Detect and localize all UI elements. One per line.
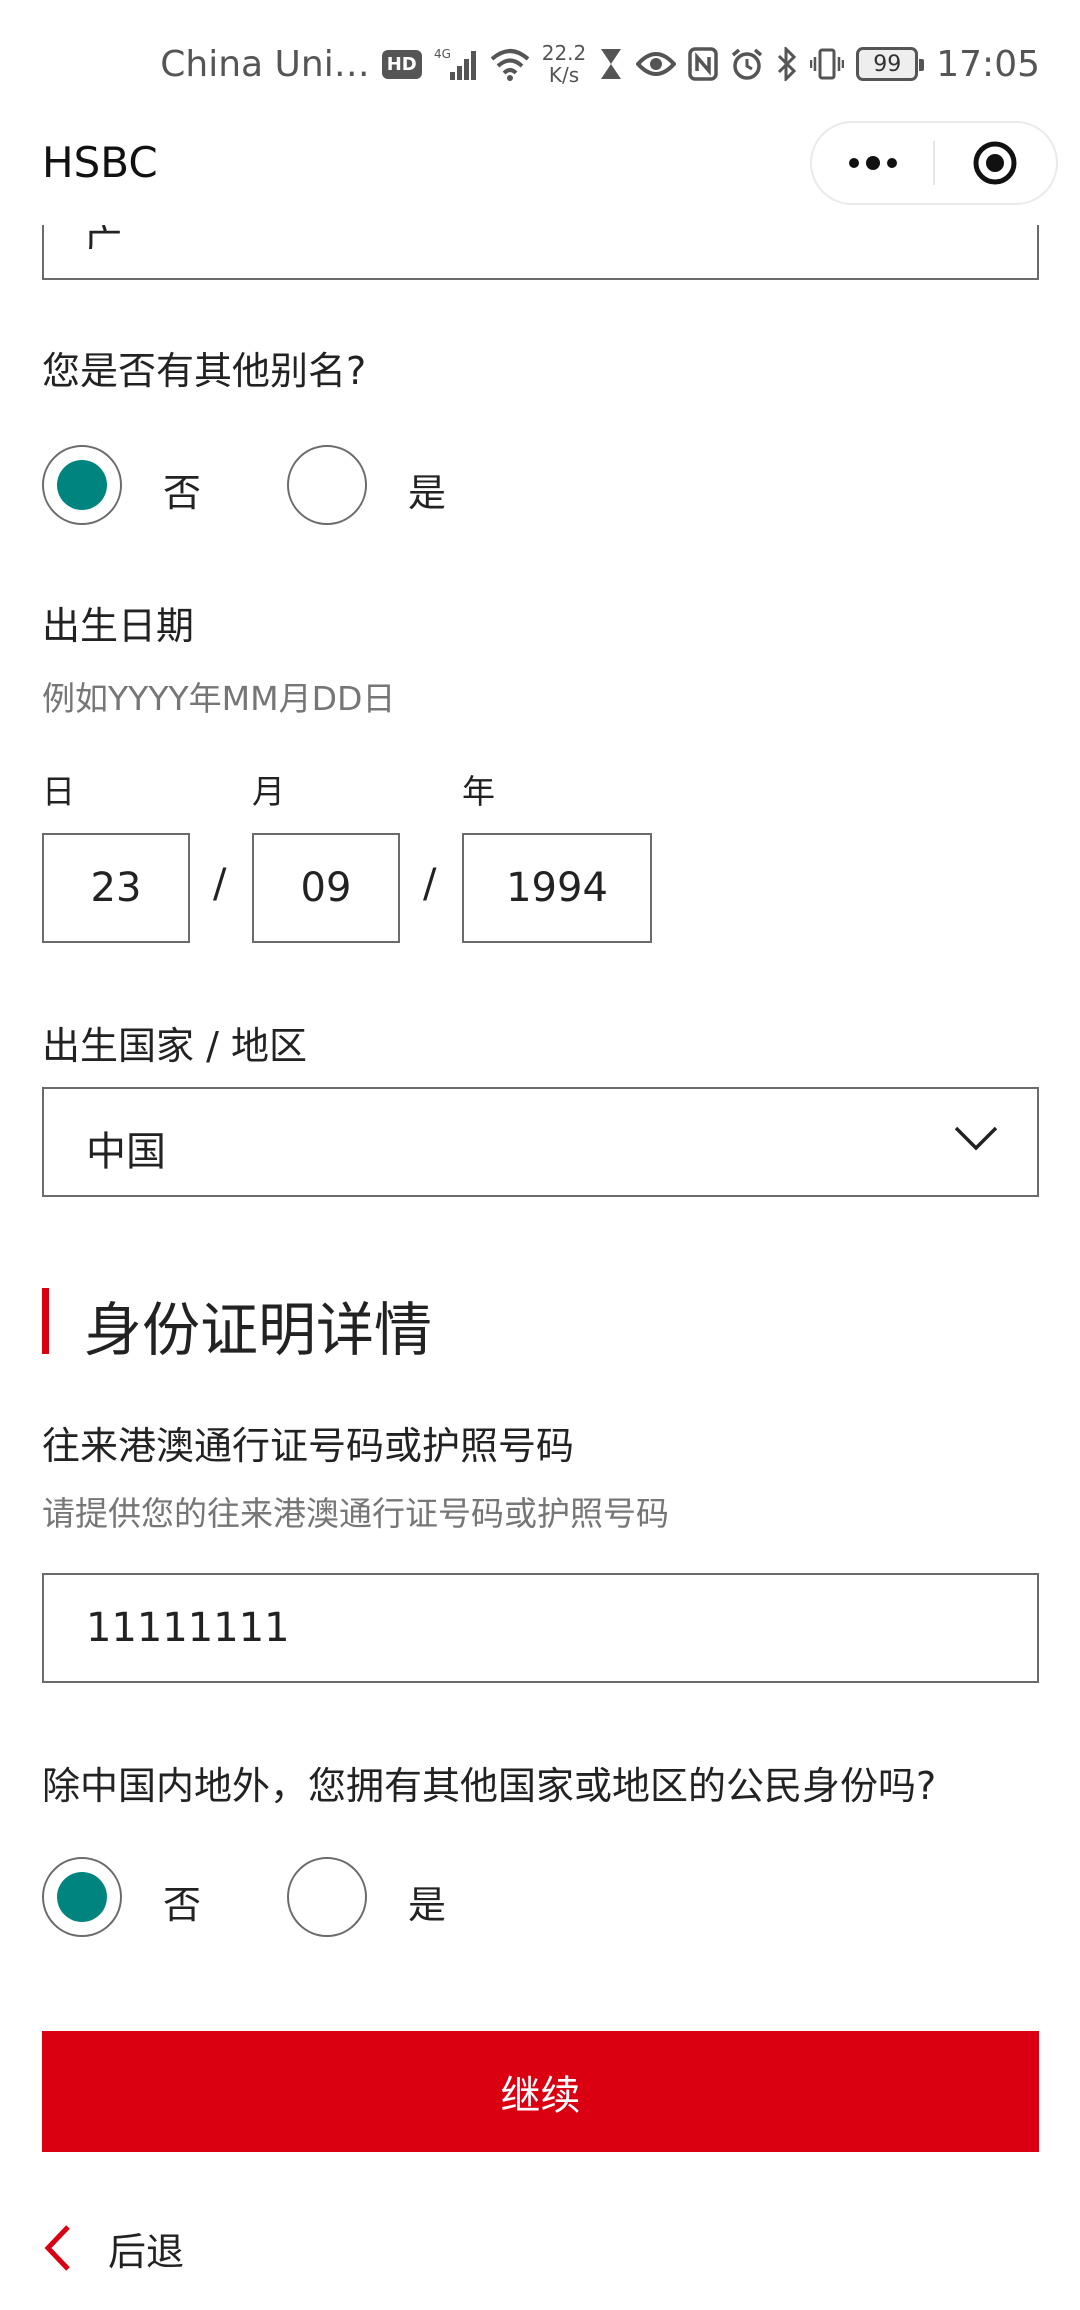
dob-separator-2: / [423, 861, 437, 907]
alias-yes-radio[interactable] [287, 445, 367, 525]
citizenship-question: 除中国内地外，您拥有其他国家或地区的公民身份吗? [42, 1764, 937, 1808]
close-button[interactable] [935, 123, 1056, 203]
previous-field-input[interactable] [42, 225, 1039, 280]
bluetooth-icon [776, 44, 798, 84]
dob-label: 出生日期 [42, 604, 195, 648]
status-bar: China Uni… HD 4G 22.2 K/s 99 17:05 [0, 0, 1080, 125]
dob-month-input[interactable]: 09 [252, 833, 400, 943]
back-label: 后退 [108, 2229, 185, 2274]
passport-hint: 请提供您的往来港澳通行证号码或护照号码 [42, 1494, 669, 1533]
nfc-icon [688, 44, 718, 84]
section-accent-bar [42, 1288, 49, 1354]
citizenship-no-label[interactable]: 否 [163, 1874, 201, 1929]
continue-label: 继续 [500, 2072, 581, 2119]
birth-country-select[interactable]: 中国 [42, 1087, 1039, 1197]
more-button[interactable] [812, 123, 933, 203]
battery-icon: 99 [856, 47, 925, 81]
alias-no-radio[interactable] [42, 445, 122, 525]
mini-program-capsule [810, 121, 1058, 205]
birth-country-label: 出生国家 / 地区 [42, 1024, 307, 1068]
network-type-label: 4G [434, 47, 451, 61]
signal-icon: 4G [434, 44, 478, 84]
target-circle-icon [973, 141, 1017, 185]
dob-year-input[interactable]: 1994 [462, 833, 652, 943]
dob-hint: 例如YYYY年MM月DD日 [42, 679, 396, 718]
battery-level: 99 [873, 51, 902, 77]
id-section-title: 身份证明详情 [84, 1296, 433, 1364]
carrier-name: China Uni… [160, 43, 370, 85]
birth-country-value: 中国 [86, 1129, 166, 1175]
chevron-down-icon [954, 1126, 998, 1151]
alias-yes-label[interactable]: 是 [408, 462, 446, 517]
dob-day-input[interactable]: 23 [42, 833, 190, 943]
net-speed-value: 22.2 [541, 41, 587, 65]
hd-icon: HD [381, 44, 422, 84]
wifi-icon [490, 44, 530, 84]
chevron-left-icon [44, 2225, 70, 2271]
dob-day-caption: 日 [42, 772, 75, 811]
citizenship-yes-label[interactable]: 是 [408, 1874, 446, 1929]
dob-separator-1: / [213, 861, 227, 907]
hourglass-icon [598, 44, 624, 84]
previous-field-value: 广 [84, 225, 123, 249]
alarm-icon [730, 44, 764, 84]
passport-input[interactable]: 11111111 [42, 1573, 1039, 1683]
form-scroll-area[interactable]: 广 您是否有其他别名? 否 是 出生日期 例如YYYY年MM月DD日 日 月 年… [0, 225, 1080, 2310]
passport-value: 11111111 [86, 1605, 290, 1651]
passport-label: 往来港澳通行证号码或护照号码 [42, 1424, 575, 1468]
continue-button[interactable]: 继续 [42, 2031, 1039, 2152]
alias-question: 您是否有其他别名? [42, 349, 367, 393]
dob-month-caption: 月 [252, 772, 285, 811]
dob-year-caption: 年 [462, 772, 495, 811]
page-title: HSBC [42, 138, 158, 187]
vibrate-icon [810, 44, 845, 84]
status-items: China Uni… HD 4G 22.2 K/s 99 17:05 [160, 36, 1040, 92]
net-speed-unit: K/s [548, 63, 580, 87]
back-link[interactable]: 后退 [42, 2213, 184, 2283]
citizenship-yes-radio[interactable] [287, 1857, 367, 1937]
clock: 17:05 [936, 43, 1040, 85]
alias-no-label[interactable]: 否 [163, 462, 201, 517]
eye-icon [636, 44, 677, 84]
hd-label: HD [381, 49, 422, 79]
net-speed: 22.2 K/s [542, 42, 587, 86]
more-dots-icon [848, 156, 897, 170]
citizenship-no-radio[interactable] [42, 1857, 122, 1937]
